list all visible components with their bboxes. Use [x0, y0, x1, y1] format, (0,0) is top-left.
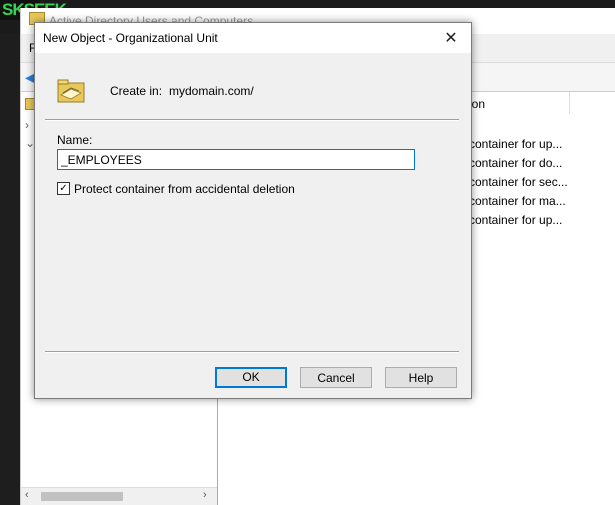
cancel-button[interactable]: Cancel [300, 367, 372, 388]
dialog-titlebar: New Object - Organizational Unit ✕ [35, 23, 471, 53]
list-item-description: container for up... [469, 213, 563, 227]
divider [45, 119, 459, 121]
tree-expand-chevron-right-icon[interactable]: › [25, 118, 29, 132]
help-button[interactable]: Help [385, 367, 457, 388]
column-divider [569, 92, 570, 114]
organizational-unit-icon [57, 79, 85, 103]
name-field[interactable] [57, 149, 415, 170]
list-item-description: container for ma... [469, 194, 566, 208]
protect-deletion-checkbox[interactable]: ✓ [57, 182, 70, 195]
tree-horizontal-scrollbar[interactable]: ‹ › [21, 487, 217, 505]
list-item-description: container for up... [469, 137, 563, 151]
new-ou-dialog: New Object - Organizational Unit ✕ Creat… [34, 22, 472, 399]
create-in-value: mydomain.com/ [169, 84, 254, 98]
scroll-left-icon[interactable]: ‹ [25, 489, 29, 501]
list-item-description: container for sec... [469, 175, 568, 189]
ok-button[interactable]: OK [215, 367, 287, 388]
close-icon[interactable]: ✕ [431, 23, 471, 53]
list-item-description: container for do... [469, 156, 563, 170]
name-label: Name: [57, 133, 93, 147]
divider [45, 351, 459, 353]
protect-deletion-label[interactable]: Protect container from accidental deleti… [74, 182, 295, 196]
dialog-title: New Object - Organizational Unit [43, 31, 218, 45]
scrollbar-thumb[interactable] [41, 492, 123, 501]
scroll-right-icon[interactable]: › [203, 489, 207, 501]
create-in-label: Create in: [110, 84, 163, 98]
